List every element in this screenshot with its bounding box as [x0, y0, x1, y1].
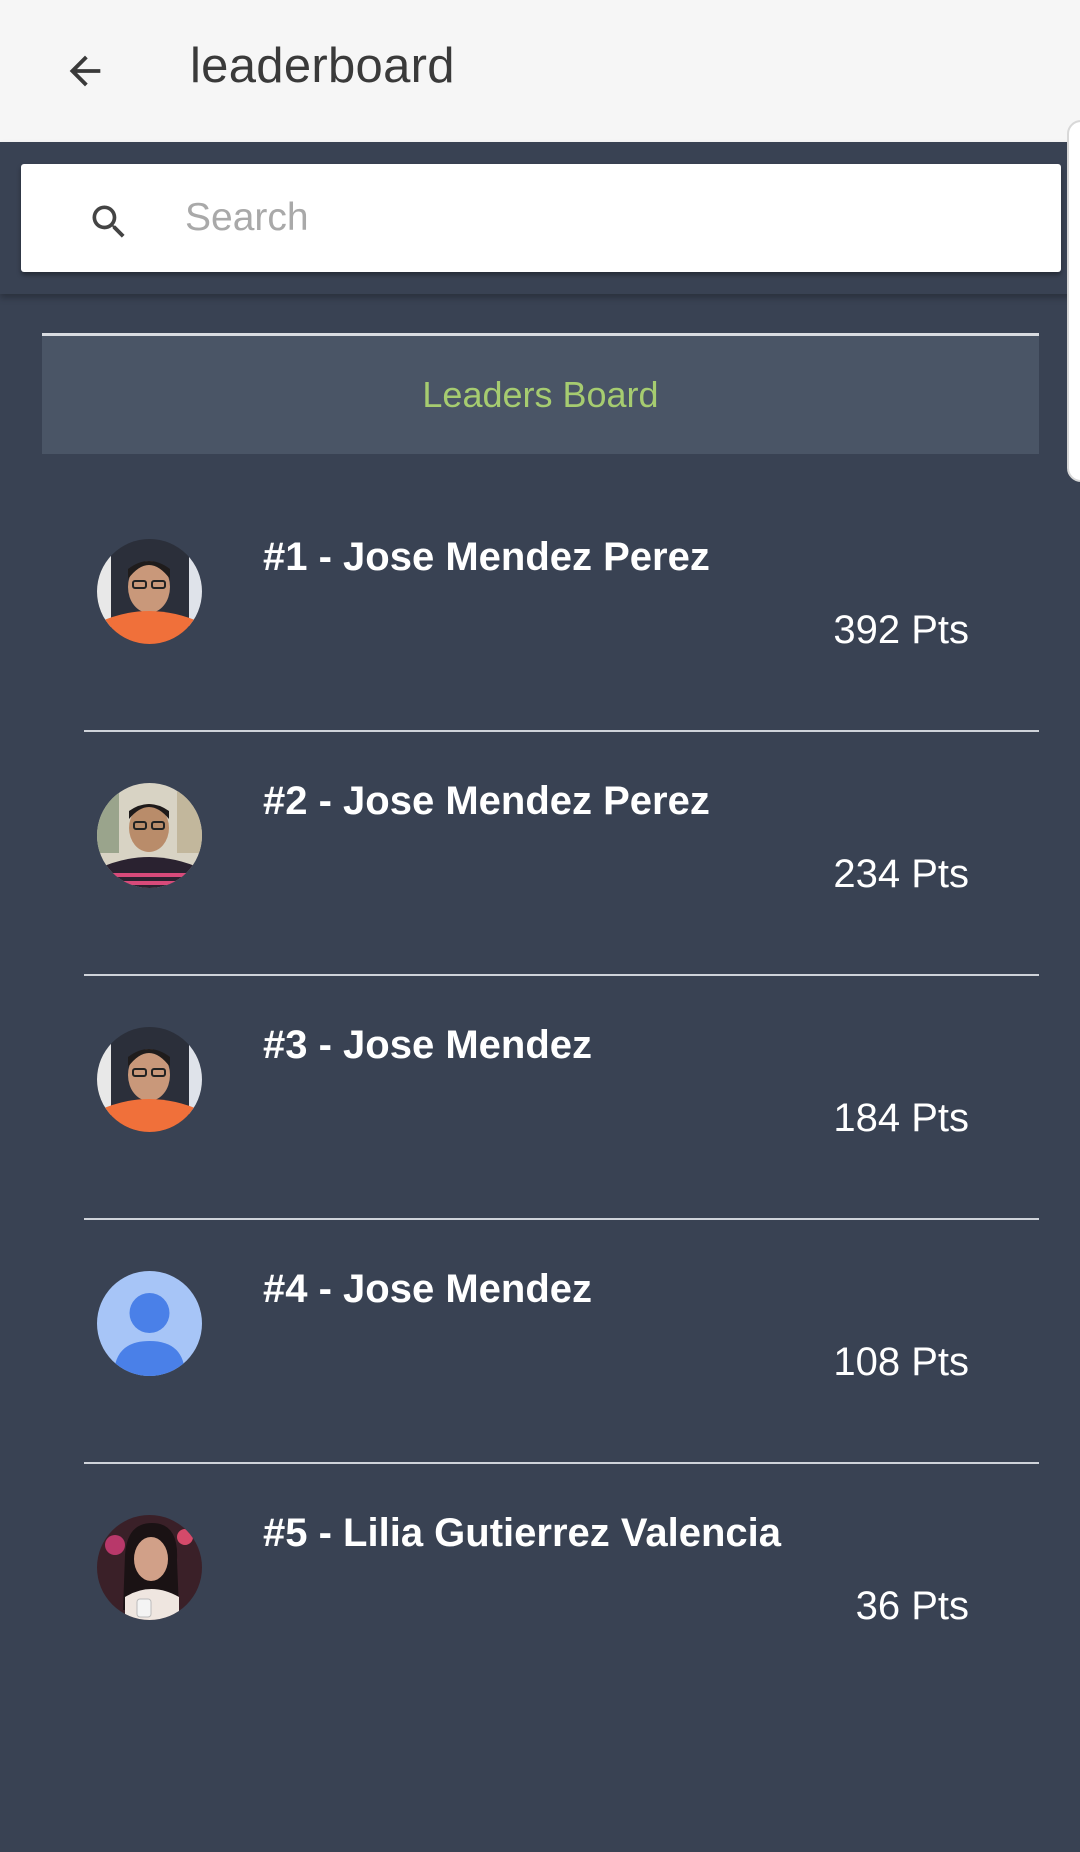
entry-points: 108 Pts	[833, 1340, 969, 1384]
entry-points: 36 Pts	[855, 1584, 969, 1628]
entry-rank-name: #3 - Jose Mendez	[263, 1023, 593, 1067]
leaderboard-row[interactable]: #3 - Jose Mendez 184 Pts	[84, 975, 1039, 1219]
avatar	[97, 539, 202, 644]
entry-points: 184 Pts	[833, 1096, 969, 1140]
side-drawer-handle[interactable]	[1067, 120, 1080, 482]
search-input[interactable]	[185, 182, 1025, 254]
leaderboard-row[interactable]: #2 - Jose Mendez Perez 234 Pts	[84, 731, 1039, 975]
back-button[interactable]	[50, 36, 120, 106]
avatar	[97, 783, 202, 888]
entry-points: 234 Pts	[833, 852, 969, 896]
search-box[interactable]	[21, 164, 1061, 272]
page-title: leaderboard	[190, 39, 455, 93]
leaderboard-row[interactable]: #5 - Lilia Gutierrez Valencia 36 Pts	[84, 1463, 1039, 1707]
arrow-left-icon	[69, 55, 101, 87]
avatar	[97, 1515, 202, 1620]
default-person-icon	[97, 1271, 202, 1376]
entry-rank-name: #1 - Jose Mendez Perez	[263, 535, 710, 579]
avatar	[97, 1027, 202, 1132]
leaders-board-header: Leaders Board	[42, 333, 1039, 454]
search-bar-container	[0, 142, 1080, 294]
leaderboard-row[interactable]: #4 - Jose Mendez 108 Pts	[84, 1219, 1039, 1463]
leaders-board-title: Leaders Board	[422, 374, 659, 415]
search-icon[interactable]	[87, 200, 131, 244]
entry-rank-name: #5 - Lilia Gutierrez Valencia	[263, 1511, 782, 1555]
leaderboard-row[interactable]: #1 - Jose Mendez Perez 392 Pts	[84, 487, 1039, 731]
app-bar: leaderboard	[0, 0, 1080, 142]
entry-rank-name: #4 - Jose Mendez	[263, 1267, 593, 1311]
entry-rank-name: #2 - Jose Mendez Perez	[263, 779, 710, 823]
entry-points: 392 Pts	[833, 608, 969, 652]
